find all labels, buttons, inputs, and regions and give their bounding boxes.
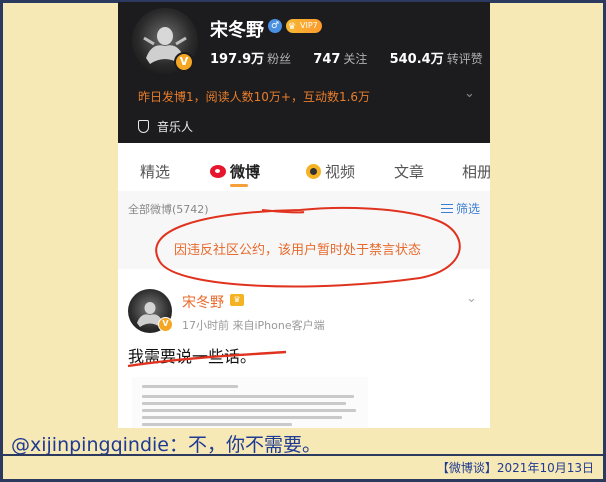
shield-icon (138, 120, 149, 133)
profile-tabs: 精选 微博 视频 文章 相册 (118, 153, 490, 187)
interactions-count[interactable]: 540.4万 (390, 52, 444, 67)
image-text-line (142, 385, 238, 388)
weibo-logo-icon (210, 165, 226, 178)
image-text-line (142, 416, 342, 419)
filter-button[interactable]: 筛选 (440, 200, 480, 217)
verification-label: 音乐人 (157, 120, 194, 134)
verified-badge: V (174, 52, 194, 72)
banned-notice: 因违反社区公约，该用户暂时处于禁言状态 (174, 243, 422, 258)
activity-summary[interactable]: 昨日发博1，阅读人数10万+，互动数1.6万 (138, 88, 370, 105)
filter-icon (440, 204, 453, 213)
post-count: 全部微博(5742) (128, 203, 209, 216)
feed-filter-bar: 全部微博(5742) 筛选 (118, 191, 490, 223)
post-image[interactable] (132, 377, 368, 430)
tab-articles[interactable]: 文章 (394, 161, 424, 182)
active-tab-indicator (230, 184, 248, 187)
crown-icon: ♛ (230, 294, 244, 306)
following-count[interactable]: 747 (313, 52, 340, 67)
video-icon (306, 164, 321, 179)
post-text: 我需要说一些话。 (128, 347, 257, 366)
verification-row: 音乐人 (138, 118, 193, 135)
tab-video[interactable]: 视频 (306, 161, 355, 182)
tab-featured[interactable]: 精选 (140, 161, 170, 182)
following-label: 关注 (343, 52, 368, 66)
chevron-down-icon[interactable]: ⌄ (464, 86, 475, 101)
caption-comment: @xijinpingqindie：不，你不需要。 (11, 434, 321, 456)
weibo-post: V 宋冬野 ♛ ⌄ 17小时前 来自iPhone客户端 我需要说一些话。 (118, 277, 490, 430)
post-meta: 17小时前 来自iPhone客户端 (182, 319, 325, 332)
profile-name: 宋冬野 (210, 20, 264, 41)
male-icon: ♂ (268, 19, 282, 33)
crown-icon: ♛ (288, 22, 297, 32)
image-text-line (142, 395, 354, 398)
profile-header: V 宋冬野 ♂ ♛ VIP7 197.9万 粉丝 747 关注 540.4万 转评赞 昨… (118, 2, 490, 143)
post-menu-chevron-icon[interactable]: ⌄ (466, 291, 477, 306)
tab-album[interactable]: 相册 (462, 161, 490, 182)
profile-stats: 197.9万 粉丝 747 关注 540.4万 转评赞 (210, 48, 490, 67)
weibo-screenshot: V 宋冬野 ♂ ♛ VIP7 197.9万 粉丝 747 关注 540.4万 转评赞 昨… (118, 2, 490, 430)
tab-weibo[interactable]: 微博 (210, 161, 260, 182)
image-text-line (142, 409, 356, 412)
followers-count[interactable]: 197.9万 (210, 52, 264, 67)
caption-source: 【微博谈】2021年10月13日 (436, 461, 594, 475)
image-text-line (142, 402, 346, 405)
post-author[interactable]: 宋冬野 (182, 292, 224, 312)
vip-badge[interactable]: ♛ VIP7 (286, 19, 322, 33)
caption-comment-bar: @xijinpingqindie：不，你不需要。 (3, 428, 603, 456)
followers-label: 粉丝 (267, 52, 292, 66)
image-text-line (142, 423, 292, 426)
banned-notice-area: 因违反社区公约，该用户暂时处于禁言状态 (118, 223, 490, 269)
caption-divider (3, 454, 603, 456)
interactions-label: 转评赞 (446, 52, 483, 66)
verified-badge-small: V (158, 317, 173, 332)
